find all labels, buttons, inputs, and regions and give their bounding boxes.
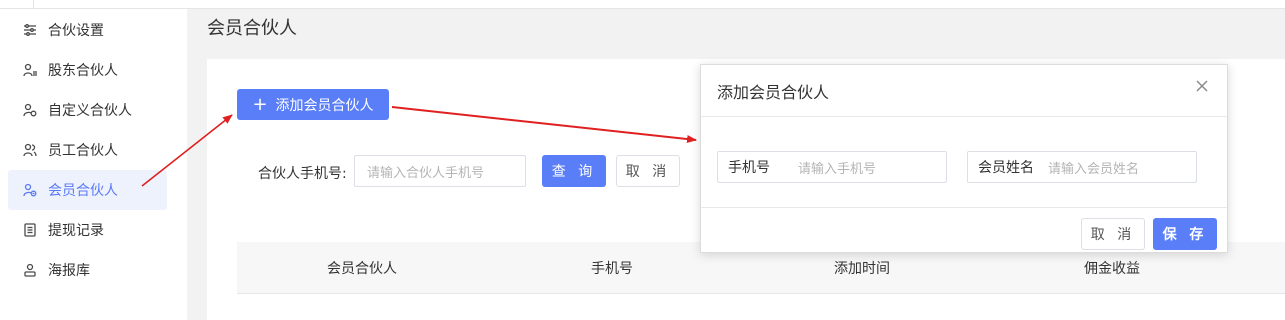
member-name-field-placeholder: 请输入会员姓名 <box>1048 161 1140 177</box>
user-card-icon <box>22 262 38 278</box>
sidebar-item-label: 会员合伙人 <box>48 183 118 199</box>
top-bar <box>0 0 1285 9</box>
users-icon <box>22 62 38 78</box>
sidebar-item-label: 自定义合伙人 <box>48 103 132 119</box>
sliders-icon <box>22 22 38 38</box>
sidebar-item-partner-settings[interactable]: 合伙设置 <box>8 10 167 50</box>
add-member-partner-button[interactable]: + 添加会员合伙人 <box>237 89 389 120</box>
sidebar-item-custom-partner[interactable]: 自定义合伙人 <box>8 90 167 130</box>
member-name-field[interactable]: 会员姓名 请输入会员姓名 <box>967 151 1197 183</box>
dialog-divider <box>701 116 1227 117</box>
dialog-cancel-button[interactable]: 取 消 <box>1081 218 1145 250</box>
sidebar-item-label: 股东合伙人 <box>48 63 118 79</box>
dialog-footer-divider <box>701 207 1227 208</box>
partner-phone-input[interactable]: 请输入合伙人手机号 <box>354 155 526 187</box>
sidebar-item-member-partner[interactable]: 会员合伙人 <box>8 170 167 210</box>
column-header-phone: 手机号 <box>591 261 633 277</box>
add-member-partner-dialog: 添加会员合伙人 手机号 请输入手机号 会员姓名 请输入会员姓名 取 消 保 存 <box>700 64 1228 253</box>
sidebar-item-label: 提现记录 <box>48 223 104 239</box>
user-link-icon <box>22 182 38 198</box>
page-title: 会员合伙人 <box>207 18 297 39</box>
phone-field[interactable]: 手机号 请输入手机号 <box>717 151 947 183</box>
sidebar-item-shareholder-partner[interactable]: 股东合伙人 <box>8 50 167 90</box>
plus-icon: + <box>252 93 268 115</box>
dialog-title: 添加会员合伙人 <box>717 83 830 102</box>
user-gear-icon <box>22 102 38 118</box>
add-member-partner-label: 添加会员合伙人 <box>275 97 374 114</box>
member-name-field-label: 会员姓名 <box>978 160 1034 176</box>
filter-cancel-button[interactable]: 取 消 <box>616 155 680 187</box>
query-button[interactable]: 查 询 <box>542 155 606 187</box>
sidebar-item-label: 员工合伙人 <box>48 143 118 159</box>
sidebar-item-label: 海报库 <box>48 263 90 279</box>
sidebar-item-label: 合伙设置 <box>48 23 104 39</box>
phone-field-label: 手机号 <box>728 160 770 176</box>
users-icon <box>22 142 38 158</box>
sidebar-item-employee-partner[interactable]: 员工合伙人 <box>8 130 167 170</box>
top-bar-divider <box>33 0 34 9</box>
column-header-member-partner: 会员合伙人 <box>327 261 397 277</box>
sidebar-item-withdrawal-records[interactable]: 提现记录 <box>8 210 167 250</box>
document-icon <box>22 222 38 238</box>
phone-field-placeholder: 请输入手机号 <box>798 161 877 177</box>
sidebar: 合伙设置 股东合伙人 自定义合伙人 员工合伙人 会员合伙人 提现记录 海报库 <box>0 9 187 320</box>
partner-phone-label: 合伙人手机号: <box>258 166 347 182</box>
sidebar-item-poster-library[interactable]: 海报库 <box>8 250 167 290</box>
partner-phone-placeholder: 请输入合伙人手机号 <box>367 165 485 181</box>
close-icon[interactable] <box>1195 79 1211 95</box>
save-button[interactable]: 保 存 <box>1153 218 1217 250</box>
